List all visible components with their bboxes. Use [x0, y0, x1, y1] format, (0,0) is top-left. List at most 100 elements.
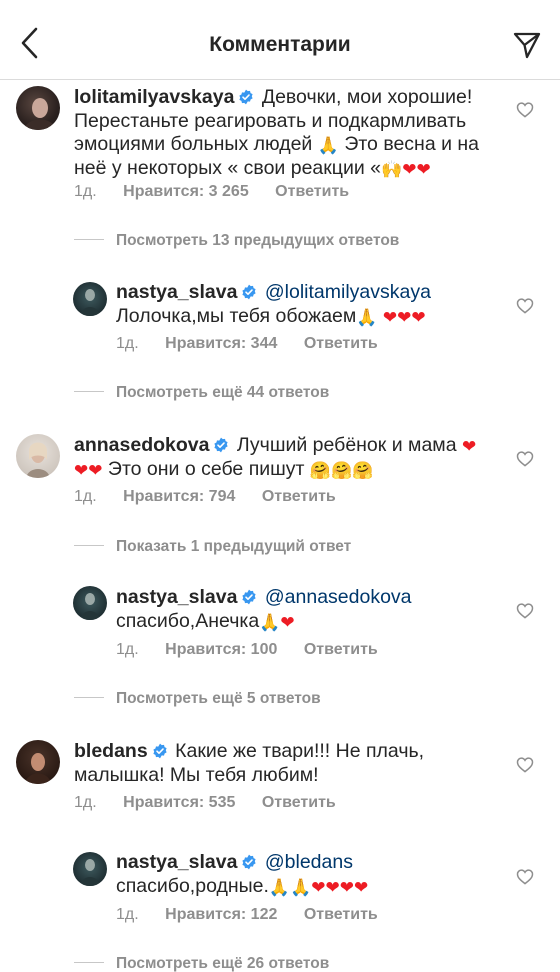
reply-username[interactable]: nastya_slava	[116, 586, 237, 608]
comment-body-continued: Это они о себе пишут	[107, 457, 305, 480]
avatar[interactable]	[73, 282, 107, 316]
reply-button[interactable]: Ответить	[304, 641, 378, 659]
heart-icon: ❤	[382, 307, 398, 327]
reply-username[interactable]: nastya_slava	[116, 851, 237, 873]
likes-count[interactable]: Нравится: 794	[123, 488, 235, 506]
avatar[interactable]	[16, 434, 60, 478]
likes-count[interactable]: Нравится: 344	[165, 335, 277, 353]
comment-meta: 1д. Нравится: 535 Ответить	[74, 794, 336, 812]
heart-icon: ❤	[325, 877, 340, 897]
heart-icon: ❤	[311, 877, 326, 897]
mention-link[interactable]: @bledans	[265, 851, 353, 873]
heart-outline-icon[interactable]	[516, 868, 534, 885]
reply-meta: 1д. Нравится: 122 Ответить	[116, 906, 378, 924]
verified-badge-icon	[241, 284, 257, 300]
verified-badge-icon	[213, 437, 229, 453]
heart-outline-icon[interactable]	[516, 756, 534, 773]
likes-count[interactable]: Нравится: 535	[123, 794, 235, 812]
divider-line	[74, 545, 104, 546]
verified-badge-icon	[241, 589, 257, 605]
comment-body: Лучший ребёнок и мама	[236, 434, 457, 456]
reply-button[interactable]: Ответить	[304, 906, 378, 924]
heart-icon: ❤	[411, 307, 426, 327]
hugging-face-icon: 🤗	[309, 460, 332, 480]
avatar[interactable]	[73, 852, 107, 886]
comment-time: 1д.	[74, 183, 97, 200]
reply-meta: 1д. Нравится: 344 Ответить	[116, 335, 378, 353]
verified-badge-icon	[241, 854, 257, 870]
reply-button[interactable]: Ответить	[262, 794, 336, 812]
likes-count[interactable]: Нравится: 100	[165, 641, 277, 659]
paper-plane-icon	[513, 32, 541, 59]
mention-link[interactable]: @annasedokova	[265, 586, 412, 608]
reply-button[interactable]: Ответить	[304, 335, 378, 353]
comment-time: 1д.	[74, 794, 97, 811]
heart-icon: ❤	[74, 460, 89, 480]
reply-time: 1д.	[116, 335, 139, 352]
raised-hands-icon: 🙌	[381, 159, 403, 179]
praying-hands-icon: 🙏	[290, 877, 312, 897]
reply-text: nastya_slava @annasedokova спасибо,Анечк…	[116, 586, 496, 633]
comment-text: annasedokova Лучший ребёнок и мама ❤ ❤❤ …	[74, 434, 514, 481]
comment-meta: 1д. Нравится: 3 265 Ответить	[74, 183, 349, 201]
heart-icon: ❤	[416, 159, 431, 179]
reply-body: Лолочка,мы тебя обожаем	[116, 304, 357, 327]
comment-text: bledans Какие же твари!!! Не плачь, малы…	[74, 740, 514, 787]
comment-meta: 1д. Нравится: 794 Ответить	[74, 488, 336, 506]
divider-line	[74, 697, 104, 698]
heart-icon: ❤	[339, 877, 355, 897]
likes-count[interactable]: Нравится: 3 265	[123, 183, 249, 201]
likes-count[interactable]: Нравится: 122	[165, 906, 277, 924]
heart-icon: ❤	[354, 877, 369, 897]
heart-icon: ❤	[461, 437, 477, 456]
reply-button[interactable]: Ответить	[262, 488, 336, 506]
view-replies-label: Показать 1 предыдущий ответ	[116, 538, 352, 555]
view-replies-label: Посмотреть ещё 26 ответов	[116, 955, 330, 972]
heart-outline-icon[interactable]	[516, 101, 534, 118]
comment-username[interactable]: bledans	[74, 740, 148, 762]
page-title: Комментарии	[209, 33, 351, 56]
view-replies-link[interactable]: Посмотреть ещё 5 ответов	[74, 690, 321, 708]
view-replies-label: Посмотреть ещё 44 ответов	[116, 384, 330, 401]
avatar[interactable]	[73, 586, 107, 620]
view-replies-link[interactable]: Посмотреть ещё 26 ответов	[74, 955, 329, 972]
reply-meta: 1д. Нравится: 100 Ответить	[116, 641, 378, 659]
heart-outline-icon[interactable]	[516, 297, 534, 314]
heart-outline-icon[interactable]	[516, 450, 534, 467]
verified-badge-icon	[238, 89, 254, 105]
reply-time: 1д.	[116, 641, 139, 658]
praying-hands-icon: 🙏	[259, 612, 281, 632]
reply-username[interactable]: nastya_slava	[116, 281, 237, 303]
comment-text: lolitamilyavskaya Девочки, мои хорошие! …	[74, 86, 514, 180]
praying-hands-icon: 🙏	[268, 877, 291, 897]
comment-time: 1д.	[74, 488, 97, 505]
view-replies-link[interactable]: Посмотреть 13 предыдущих ответов	[74, 232, 399, 250]
reply-body: спасибо,родные.	[116, 874, 269, 897]
avatar[interactable]	[16, 740, 60, 784]
mention-link[interactable]: @lolitamilyavskaya	[265, 281, 431, 303]
heart-icon: ❤	[397, 307, 412, 327]
reply-text: nastya_slava @lolitamilyavskaya Лолочка,…	[116, 281, 496, 328]
divider-line	[74, 962, 104, 963]
hugging-face-icon: 🤗	[352, 460, 374, 480]
comment-username[interactable]: annasedokova	[74, 434, 209, 456]
top-bar: Комментарии	[0, 0, 560, 80]
praying-hands-icon: 🙏	[317, 136, 339, 155]
avatar[interactable]	[16, 86, 60, 130]
heart-icon: ❤	[88, 460, 103, 480]
heart-outline-icon[interactable]	[516, 602, 534, 619]
praying-hands-icon: 🙏	[356, 307, 378, 327]
heart-icon: ❤	[402, 159, 417, 179]
heart-icon: ❤	[280, 612, 295, 632]
divider-line	[74, 239, 104, 240]
view-replies-link[interactable]: Посмотреть ещё 44 ответов	[74, 384, 329, 402]
reply-button[interactable]: Ответить	[275, 183, 349, 201]
reply-text: nastya_slava @bledans спасибо,родные.🙏🙏❤…	[116, 851, 496, 898]
view-replies-label: Посмотреть 13 предыдущих ответов	[116, 232, 400, 249]
reply-time: 1д.	[116, 906, 139, 923]
share-button[interactable]	[512, 30, 542, 60]
comment-username[interactable]: lolitamilyavskaya	[74, 86, 234, 108]
view-replies-link[interactable]: Показать 1 предыдущий ответ	[74, 538, 351, 556]
verified-badge-icon	[152, 743, 168, 759]
divider-line	[74, 391, 104, 392]
